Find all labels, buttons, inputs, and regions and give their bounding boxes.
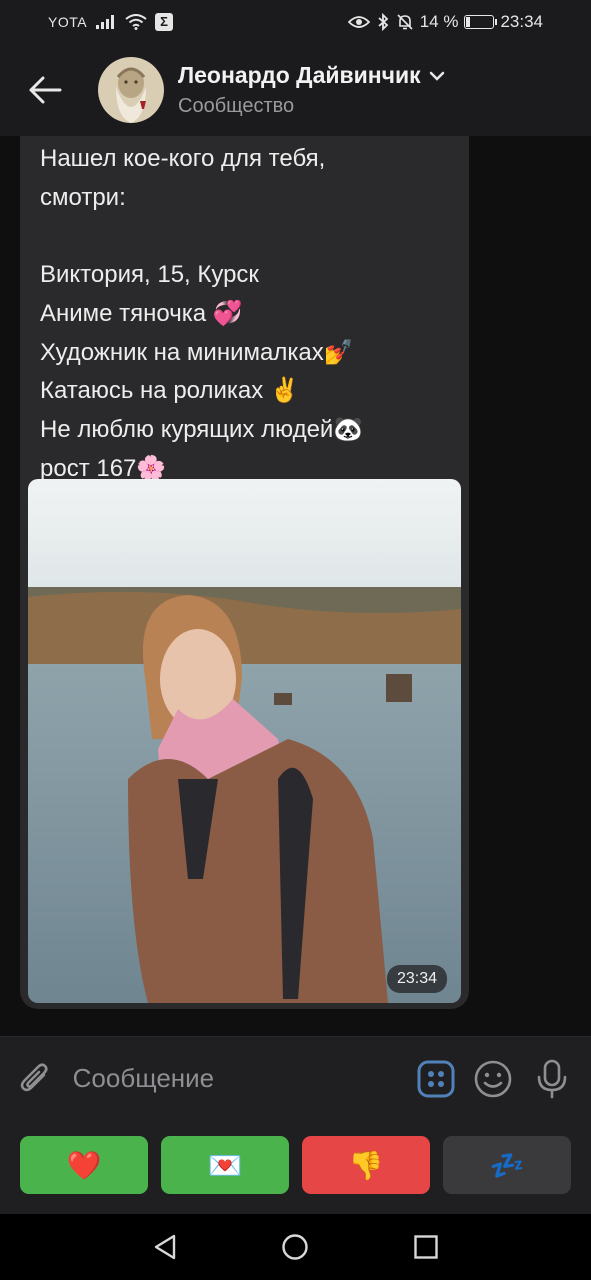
- sigma-icon: Σ: [155, 13, 174, 31]
- back-button[interactable]: [0, 44, 90, 136]
- triangle-back-icon: [154, 1234, 176, 1260]
- like-button[interactable]: ❤️: [20, 1136, 148, 1194]
- bluetooth-icon: [376, 12, 390, 32]
- chat-header: Леонардо Дайвинчик Сообщество: [0, 44, 591, 136]
- attach-button[interactable]: [0, 1061, 73, 1097]
- smile-icon: [474, 1060, 512, 1097]
- carrier-label: YOTA: [48, 14, 88, 30]
- status-bar: YOTA Σ 14 % 23:34: [0, 0, 591, 44]
- voice-button[interactable]: [521, 1059, 583, 1099]
- bot-keyboard: ❤️ 💌 👎 💤: [0, 1120, 591, 1214]
- zzz-icon: 💤: [489, 1149, 525, 1181]
- clock: 23:34: [500, 12, 543, 31]
- battery-icon: [464, 15, 498, 29]
- system-nav-bar: [0, 1214, 591, 1280]
- title-row[interactable]: Леонардо Дайвинчик: [178, 62, 445, 89]
- bot-keyboard-icon: [417, 1060, 455, 1097]
- chat-title[interactable]: Леонардо Дайвинчик: [178, 62, 421, 89]
- sleep-button[interactable]: 💤: [443, 1136, 571, 1194]
- battery-percent: 14 %: [419, 12, 459, 31]
- message-photo[interactable]: 23:34: [28, 479, 461, 1003]
- square-recents-icon: [414, 1235, 438, 1259]
- letter-button[interactable]: 💌: [161, 1136, 289, 1194]
- chat-area[interactable]: Нашел кое-кого для тебя, смотри: Виктори…: [0, 136, 591, 1036]
- nav-recents-button[interactable]: [406, 1227, 446, 1267]
- message-time: 23:34: [386, 965, 447, 993]
- emoji-button[interactable]: [465, 1059, 522, 1099]
- microphone-icon: [537, 1059, 567, 1098]
- circle-home-icon: [282, 1234, 309, 1260]
- dislike-button[interactable]: 👎: [302, 1136, 430, 1194]
- nav-home-button[interactable]: [275, 1227, 315, 1267]
- avatar[interactable]: [98, 57, 164, 123]
- chevron-down-icon: [429, 71, 444, 81]
- paperclip-icon: [21, 1062, 48, 1091]
- thumbs-down-icon: 👎: [348, 1149, 384, 1181]
- message-input[interactable]: [72, 1048, 408, 1109]
- heart-icon: ❤️: [66, 1149, 102, 1181]
- message-bubble[interactable]: Нашел кое-кого для тебя, смотри: Виктори…: [20, 136, 469, 1009]
- message-text: Нашел кое-кого для тебя, смотри: Виктори…: [40, 145, 364, 482]
- chat-subtitle: Сообщество: [178, 95, 295, 117]
- nav-back-button[interactable]: [145, 1227, 185, 1267]
- keyboard-toggle-button[interactable]: [408, 1060, 465, 1098]
- mute-icon: [396, 12, 414, 32]
- message-composer: [0, 1036, 591, 1120]
- signal-icon: [95, 12, 117, 32]
- wifi-icon: [125, 12, 147, 32]
- arrow-left-icon: [29, 76, 62, 104]
- love-letter-icon: 💌: [207, 1149, 243, 1181]
- eye-icon: [347, 12, 370, 32]
